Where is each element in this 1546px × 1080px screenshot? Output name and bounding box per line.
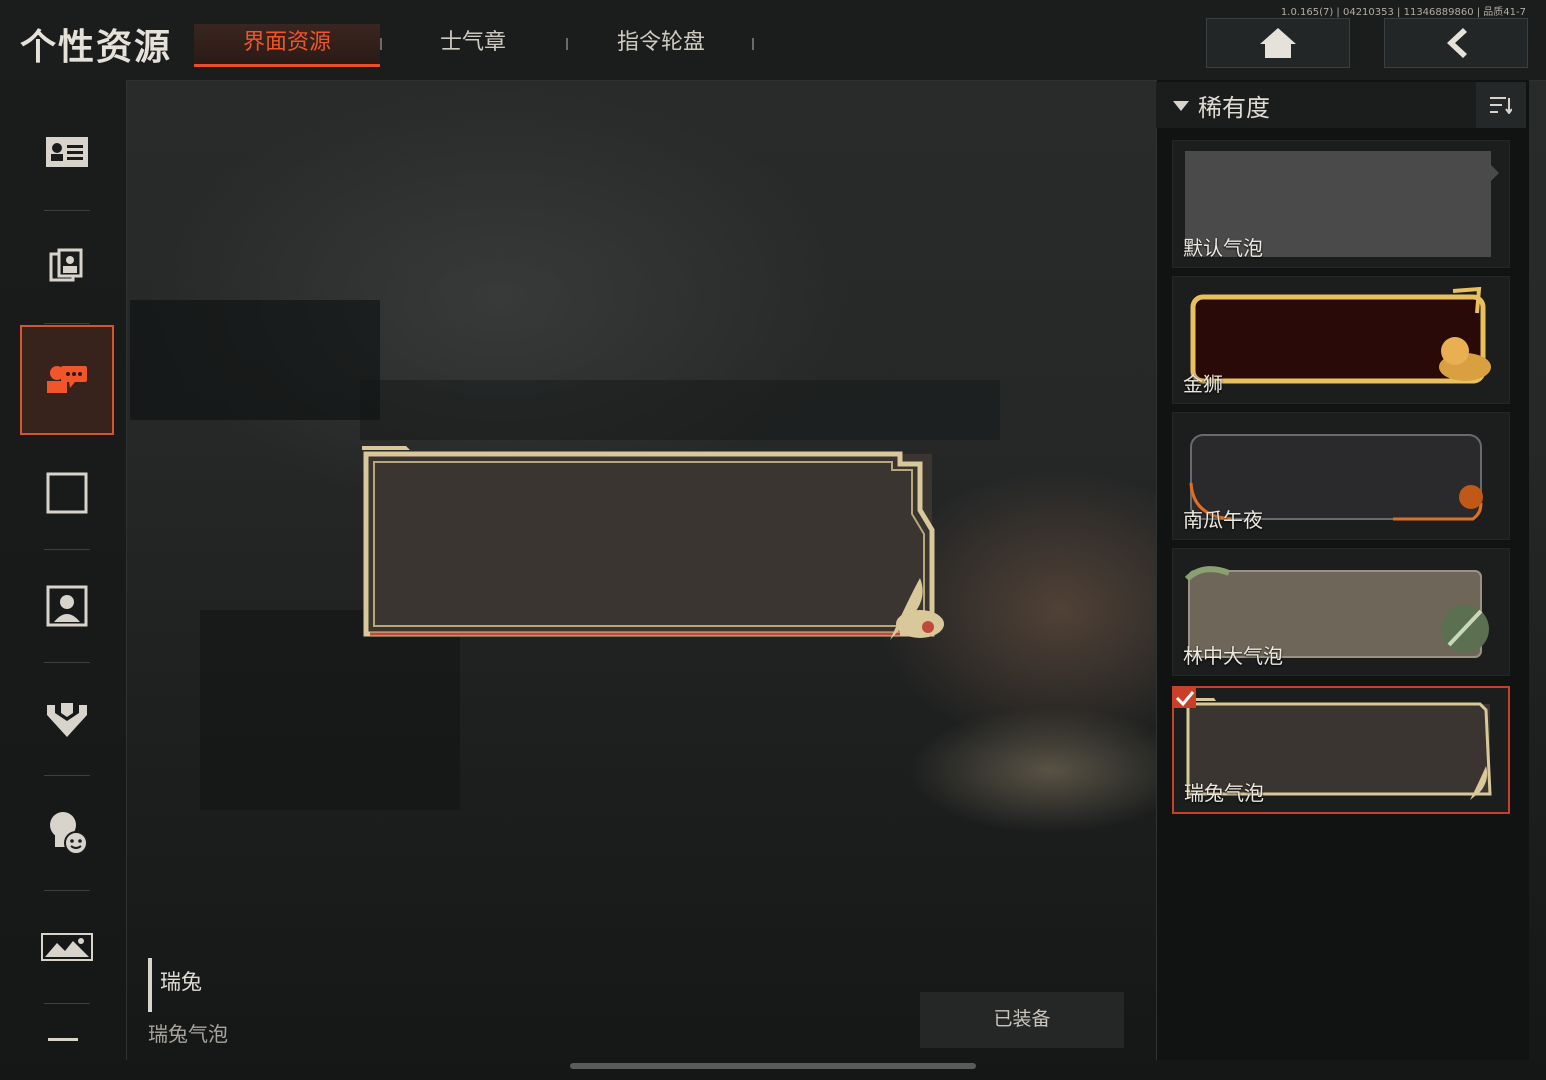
version-label: 1.0.165(7) | 04210353 | 11346889860 | 品质… [1280, 7, 1526, 18]
bubble-card-rabbit[interactable]: 瑞兔气泡 [1172, 686, 1510, 814]
sidebar-item-emote[interactable] [20, 778, 114, 888]
selected-check [1174, 688, 1196, 708]
category-sidebar [0, 80, 127, 1060]
home-button[interactable] [1206, 18, 1350, 68]
sidebar-divider [44, 1003, 90, 1004]
back-arrow-icon [1447, 28, 1467, 58]
chat-bubble-icon [47, 366, 87, 393]
sidebar-divider [44, 775, 90, 776]
tab-morale-badge[interactable]: 士气章 [380, 24, 566, 64]
roof-silhouette [360, 380, 1000, 440]
rarity-filter-label: 稀有度 [1198, 94, 1270, 122]
sort-icon [1490, 97, 1512, 114]
sidebar-divider [44, 549, 90, 550]
tab-command-wheel[interactable]: 指令轮盘 [568, 24, 754, 64]
bubble-card-label: 林中大气泡 [1183, 644, 1283, 668]
sidebar-item-photo-cards[interactable] [20, 210, 114, 320]
tab-divider [752, 38, 754, 50]
page-title: 个性资源 [20, 27, 173, 68]
bubble-preview [362, 446, 944, 640]
bubble-card-label: 默认气泡 [1183, 236, 1263, 260]
bubble-card-forest[interactable]: 林中大气泡 [1172, 548, 1510, 676]
checkmark-icon [1175, 691, 1195, 707]
landscape-icon [41, 933, 93, 961]
sort-button[interactable] [1476, 82, 1526, 128]
portrait-icon [46, 585, 88, 627]
sidebar-more-indicator [48, 1038, 78, 1041]
item-name: 瑞兔 [160, 970, 202, 994]
sidebar-divider [44, 890, 90, 891]
badge-icon [47, 703, 87, 737]
tab-ui-resources[interactable]: 界面资源 [194, 24, 380, 67]
sidebar-item-frame[interactable] [20, 438, 114, 548]
sidebar-divider [44, 323, 90, 324]
bubble-card-label: 南瓜午夜 [1183, 508, 1263, 532]
bubble-card-label: 金狮 [1183, 372, 1223, 396]
bubble-card-default[interactable]: 默认气泡 [1172, 140, 1510, 268]
sidebar-item-landscape[interactable] [20, 892, 114, 1002]
bubble-card-pumpkin-midnight[interactable]: 南瓜午夜 [1172, 412, 1510, 540]
top-bar: 个性资源 界面资源 士气章 指令轮盘 1.0.165(7) | 04210353… [0, 0, 1546, 81]
chevron-down-icon [1173, 101, 1189, 111]
golden-lion-bubble-thumb [1190, 286, 1491, 384]
bubble-card-golden-lion[interactable]: 金狮 [1172, 276, 1510, 404]
sidebar-item-portrait[interactable] [20, 551, 114, 661]
id-card-icon [46, 137, 88, 167]
sidebar-item-id-card[interactable] [20, 97, 114, 207]
equipped-button[interactable]: 已装备 [920, 992, 1124, 1048]
frame-icon [46, 472, 88, 514]
sidebar-item-chat-bubble[interactable] [20, 325, 114, 435]
bubble-card-label: 瑞兔气泡 [1184, 781, 1264, 805]
home-indicator [570, 1063, 976, 1069]
house-silhouette [130, 300, 380, 420]
item-type: 瑞兔气泡 [148, 1022, 228, 1046]
sidebar-divider [44, 662, 90, 663]
home-icon [1260, 28, 1296, 58]
photo-cards-icon [49, 248, 83, 282]
info-accent-bar [148, 958, 152, 1012]
sidebar-item-badge[interactable] [20, 664, 114, 774]
back-button[interactable] [1384, 18, 1528, 68]
emote-icon [50, 812, 88, 855]
